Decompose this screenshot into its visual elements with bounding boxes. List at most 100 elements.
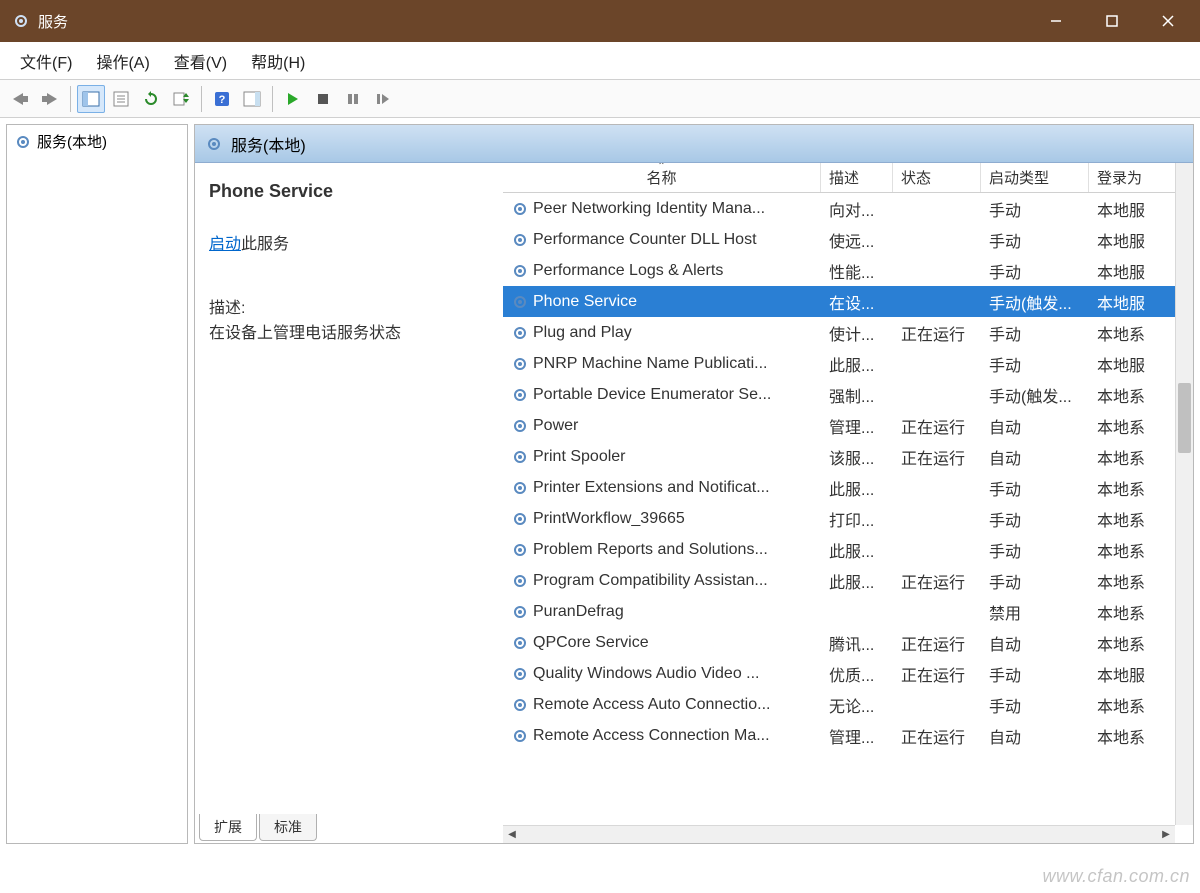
body-area: 服务(本地) 服务(本地) Phone Service 启动此服务 描述: 在设… [0,118,1200,850]
service-row[interactable]: Printer Extensions and Notificat...此服...… [503,472,1193,503]
service-row[interactable]: Problem Reports and Solutions...此服...手动本… [503,534,1193,565]
service-name: PuranDefrag [533,603,624,621]
nav-back-button[interactable] [6,85,34,113]
column-logon-label: 登录为 [1097,167,1142,188]
horizontal-scrollbar[interactable]: ◀ ▶ [503,825,1175,843]
show-hide-tree-button[interactable] [77,85,105,113]
scroll-left-icon[interactable]: ◀ [503,826,521,844]
properties-button[interactable] [107,85,135,113]
service-name: Print Spooler [533,448,626,466]
scrollbar-thumb[interactable] [1178,383,1191,453]
gear-icon [511,417,529,435]
column-desc-label: 描述 [829,167,859,188]
service-row[interactable]: PNRP Machine Name Publicati...此服...手动本地服 [503,348,1193,379]
nav-forward-button[interactable] [36,85,64,113]
service-row[interactable]: QPCore Service腾讯...正在运行自动本地系 [503,627,1193,658]
menu-help[interactable]: 帮助(H) [239,43,317,79]
column-name[interactable]: ⌃ 名称 [503,163,821,192]
right-panel: 服务(本地) Phone Service 启动此服务 描述: 在设备上管理电话服… [194,124,1194,844]
service-status: 正在运行 [893,321,981,345]
tab-standard[interactable]: 标准 [259,814,317,841]
gear-icon [511,572,529,590]
scroll-right-icon[interactable]: ▶ [1157,826,1175,844]
service-row[interactable]: Quality Windows Audio Video ...优质...正在运行… [503,658,1193,689]
column-description[interactable]: 描述 [821,163,893,192]
gear-icon [511,634,529,652]
service-name: Program Compatibility Assistan... [533,572,768,590]
list-header: ⌃ 名称 描述 状态 启动类型 登录为 [503,163,1193,193]
service-description: 使计... [821,321,893,345]
service-description: 优质... [821,662,893,686]
detail-pane: Phone Service 启动此服务 描述: 在设备上管理电话服务状态 [195,163,503,843]
tab-extended[interactable]: 扩展 [199,814,257,841]
titlebar: 服务 [0,0,1200,42]
close-button[interactable] [1140,0,1196,42]
menu-file[interactable]: 文件(F) [8,43,84,79]
service-status: 正在运行 [893,414,981,438]
service-row[interactable]: Performance Counter DLL Host使远...手动本地服 [503,224,1193,255]
right-header: 服务(本地) [195,125,1193,163]
gear-icon [511,200,529,218]
menu-view[interactable]: 查看(V) [162,43,239,79]
description-label: 描述: [209,294,489,318]
refresh-button[interactable] [137,85,165,113]
help-button[interactable]: ? [208,85,236,113]
gear-icon [511,355,529,373]
service-startup-type: 手动 [981,352,1089,376]
service-description: 使远... [821,228,893,252]
restart-service-button[interactable] [369,85,397,113]
start-service-link[interactable]: 启动 [209,236,241,253]
service-startup-type: 手动(触发... [981,383,1089,407]
service-row[interactable]: Program Compatibility Assistan...此服...正在… [503,565,1193,596]
svg-text:?: ? [219,94,226,106]
service-description: 管理... [821,414,893,438]
gear-icon [511,479,529,497]
service-startup-type: 自动 [981,724,1089,748]
action-pane-button[interactable] [238,85,266,113]
service-row[interactable]: Peer Networking Identity Mana...向对...手动本… [503,193,1193,224]
toolbar-separator [201,86,202,112]
service-row[interactable]: Remote Access Auto Connectio...无论...手动本地… [503,689,1193,720]
service-row[interactable]: Plug and Play使计...正在运行手动本地系 [503,317,1193,348]
description-text: 在设备上管理电话服务状态 [209,322,489,346]
menubar: 文件(F) 操作(A) 查看(V) 帮助(H) [0,42,1200,80]
menu-action[interactable]: 操作(A) [84,43,161,79]
service-name: Phone Service [533,293,637,311]
service-name: Portable Device Enumerator Se... [533,386,771,404]
column-status[interactable]: 状态 [893,163,981,192]
service-row[interactable]: Remote Access Connection Ma...管理...正在运行自… [503,720,1193,751]
service-startup-type: 手动 [981,321,1089,345]
column-startup-label: 启动类型 [989,167,1049,188]
column-startup-type[interactable]: 启动类型 [981,163,1089,192]
column-status-label: 状态 [901,167,931,188]
maximize-button[interactable] [1084,0,1140,42]
start-service-button[interactable] [279,85,307,113]
service-startup-type: 手动 [981,569,1089,593]
service-row[interactable]: Portable Device Enumerator Se...强制...手动(… [503,379,1193,410]
pause-service-button[interactable] [339,85,367,113]
gear-icon [511,448,529,466]
service-status: 正在运行 [893,724,981,748]
gear-icon [205,135,223,153]
minimize-button[interactable] [1028,0,1084,42]
export-button[interactable] [167,85,195,113]
watermark: www.cfan.com.cn [1042,866,1190,887]
service-startup-type: 自动 [981,631,1089,655]
tree-root-label: 服务(本地) [37,131,107,152]
service-description: 此服... [821,538,893,562]
service-row[interactable]: Print Spooler该服...正在运行自动本地系 [503,441,1193,472]
service-row[interactable]: PrintWorkflow_39665打印...手动本地系 [503,503,1193,534]
service-name: PNRP Machine Name Publicati... [533,355,767,373]
gear-icon [511,293,529,311]
service-row[interactable]: Performance Logs & Alerts性能...手动本地服 [503,255,1193,286]
service-status: 正在运行 [893,445,981,469]
sort-indicator-icon: ⌃ [657,163,665,172]
service-row[interactable]: PuranDefrag禁用本地系 [503,596,1193,627]
service-row[interactable]: Power管理...正在运行自动本地系 [503,410,1193,441]
service-row[interactable]: Phone Service在设...手动(触发...本地服 [503,286,1193,317]
stop-service-button[interactable] [309,85,337,113]
service-description: 打印... [821,507,893,531]
vertical-scrollbar[interactable] [1175,163,1193,825]
tree-root-services-local[interactable]: 服务(本地) [7,125,187,158]
service-startup-type: 自动 [981,445,1089,469]
